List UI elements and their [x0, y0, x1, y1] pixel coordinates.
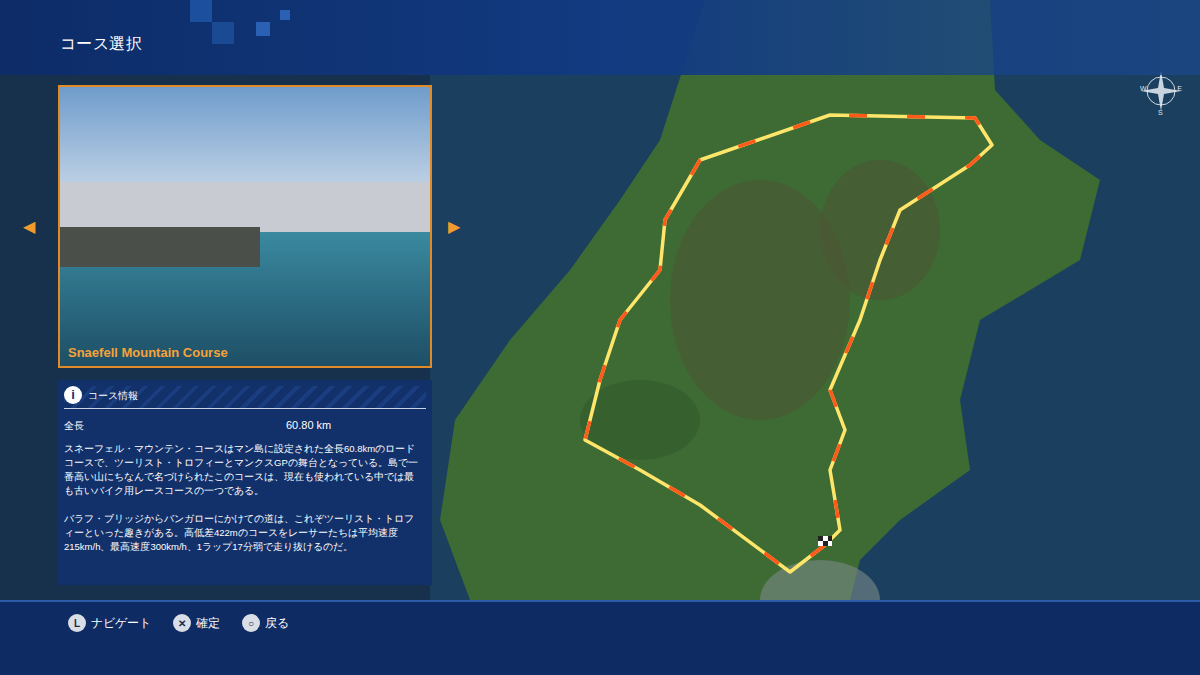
control-bar: Lナビゲート ✕確定 ○戻る	[0, 600, 1200, 675]
checker-decoration-icon	[190, 0, 310, 55]
start-flag-icon	[818, 536, 832, 546]
info-heading: コース情報	[88, 388, 138, 403]
course-name: Snaefell Mountain Course	[60, 343, 236, 367]
compass-label: W	[1140, 85, 1147, 92]
stat-row: 全長60.80 km	[64, 409, 426, 442]
prev-course-arrow[interactable]: ◀	[23, 215, 35, 239]
info-icon: i	[64, 386, 82, 404]
course-select-screen: W E S コース選択 ◀ Snaefell Mountain Course ▶ i コース情報…	[0, 0, 1200, 675]
next-course-arrow[interactable]: ▶	[448, 215, 460, 239]
control-hint[interactable]: ✕確定	[173, 614, 220, 632]
header-bar: コース選択	[0, 0, 1200, 75]
button-glyph-icon: ○	[242, 614, 260, 632]
control-hint[interactable]: ○戻る	[242, 614, 289, 632]
compass-label: E	[1177, 85, 1182, 92]
screen-title: コース選択	[60, 32, 142, 56]
button-glyph-icon: ✕	[173, 614, 191, 632]
course-photo: Snaefell Mountain Course	[58, 85, 432, 368]
control-hint[interactable]: Lナビゲート	[68, 614, 151, 632]
course-info-panel: i コース情報全長60.80 kmスネーフェル・マウンテン・コースはマン島に設定さ…	[58, 380, 432, 585]
description-paragraph: スネーフェル・マウンテン・コースはマン島に設定された全長60.8kmのロードコー…	[64, 442, 426, 498]
button-glyph-icon: L	[68, 614, 86, 632]
compass-label: S	[1158, 109, 1163, 116]
description-paragraph: バラフ・ブリッジからバンガローにかけての道は、これぞツーリスト・トロフィーといっ…	[64, 512, 426, 554]
